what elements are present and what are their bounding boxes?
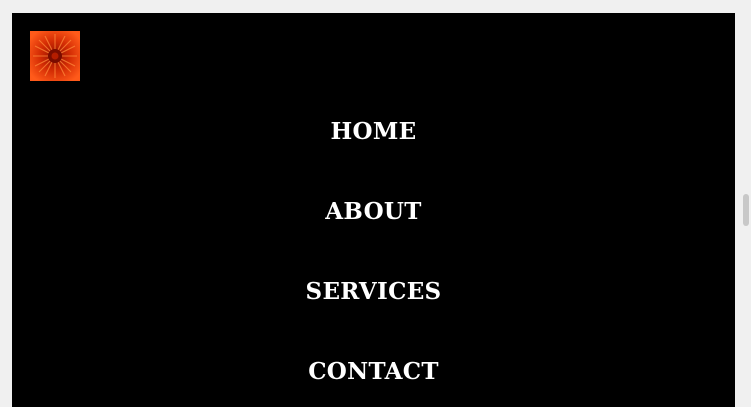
main-nav: HOME ABOUT SERVICES CONTACT	[12, 13, 735, 407]
nav-about-link[interactable]: ABOUT	[12, 197, 735, 227]
scrollbar-thumb[interactable]	[743, 194, 749, 226]
nav-home-link[interactable]: HOME	[12, 117, 735, 147]
page-viewport: HOME ABOUT SERVICES CONTACT	[12, 13, 735, 407]
nav-services-link[interactable]: SERVICES	[12, 277, 735, 307]
nav-contact-link[interactable]: CONTACT	[12, 357, 735, 387]
